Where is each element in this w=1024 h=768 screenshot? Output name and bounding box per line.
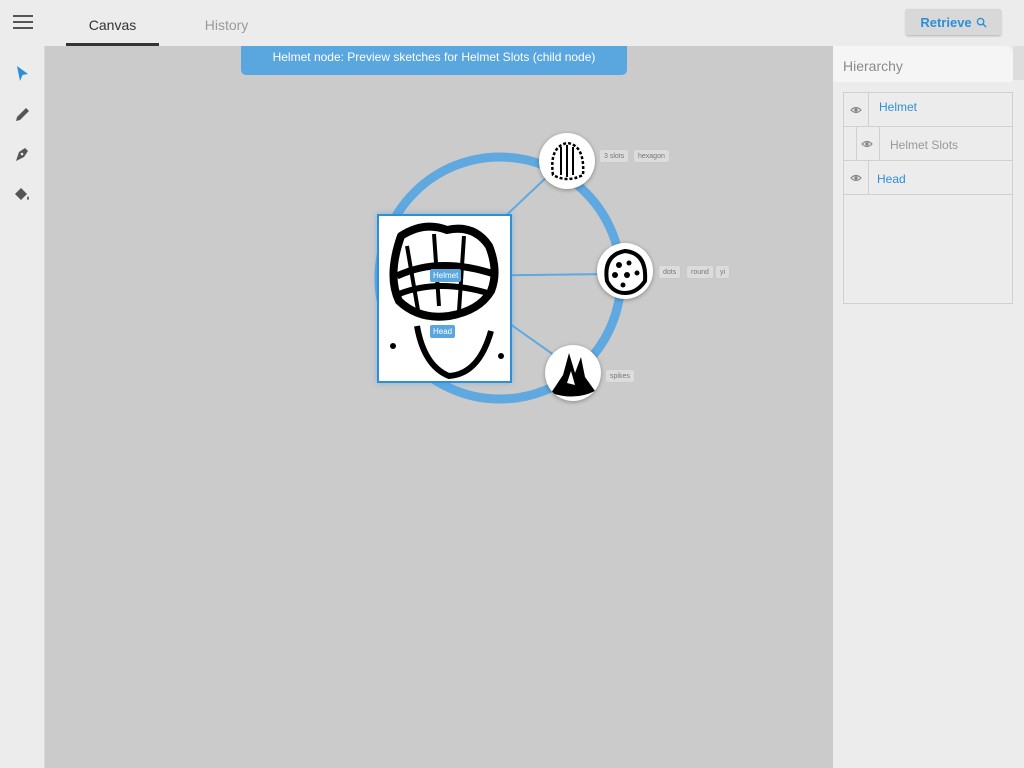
slots-helmet-sketch xyxy=(551,141,585,181)
helmet-label[interactable]: Helmet xyxy=(430,269,462,282)
top-bar: Canvas History Retrieve xyxy=(0,0,1024,46)
tree-item-helmet[interactable]: Helmet xyxy=(844,93,1012,127)
retrieve-button[interactable]: Retrieve xyxy=(906,9,1001,35)
tag-hexagon: hexagon xyxy=(633,149,670,163)
helmet-sketch-node[interactable]: Helmet Head xyxy=(377,214,512,383)
pen-nib-icon[interactable] xyxy=(11,143,33,165)
spikes-sketch-node[interactable] xyxy=(545,345,601,401)
dots-sketch-node[interactable] xyxy=(597,243,653,299)
helmet-sketch xyxy=(389,222,504,380)
spikes-helmet-sketch xyxy=(551,353,595,397)
tree-item-label: Helmet Slots xyxy=(890,138,959,152)
hierarchy-panel: Hierarchy Helmet Helmet Slots Head xyxy=(833,46,1024,768)
paint-bucket-icon[interactable] xyxy=(11,183,33,205)
retrieve-button-label: Retrieve xyxy=(920,14,972,30)
tree-item-head[interactable]: Head xyxy=(844,161,1012,195)
head-label[interactable]: Head xyxy=(430,325,456,338)
tab-canvas[interactable]: Canvas xyxy=(66,0,159,46)
node-graph xyxy=(374,152,626,404)
cursor-arrow-icon[interactable] xyxy=(11,63,33,85)
tag-dots: dots xyxy=(658,265,682,279)
slots-sketch-node[interactable] xyxy=(539,133,595,189)
tree-item-helmet-slots[interactable]: Helmet Slots xyxy=(844,127,1012,161)
dots-helmet-sketch xyxy=(604,248,648,296)
hierarchy-header: Hierarchy xyxy=(833,46,1013,82)
tag-spikes: spikes xyxy=(605,369,635,383)
tag-3-slots: 3 slots xyxy=(599,149,630,163)
tree-item-label: Head xyxy=(877,172,906,186)
hamburger-menu-icon[interactable] xyxy=(13,14,33,30)
info-banner: Helmet node: Preview sketches for Helmet… xyxy=(241,46,627,75)
search-icon xyxy=(976,17,987,28)
tab-history[interactable]: History xyxy=(180,0,273,46)
tool-sidebar xyxy=(0,46,45,768)
panel-scrollbar[interactable] xyxy=(1013,46,1024,80)
eye-icon[interactable] xyxy=(861,138,873,150)
drawing-canvas[interactable]: Helmet node: Preview sketches for Helmet… xyxy=(45,46,833,768)
tag-round: round xyxy=(686,265,714,279)
eye-icon[interactable] xyxy=(850,172,862,184)
hierarchy-title: Hierarchy xyxy=(843,58,903,74)
tree-item-label: Helmet xyxy=(879,100,918,114)
eye-icon[interactable] xyxy=(850,104,862,116)
tag-yi: yi xyxy=(715,265,731,279)
hierarchy-tree: Helmet Helmet Slots Head xyxy=(843,92,1013,304)
pencil-icon[interactable] xyxy=(11,104,33,126)
